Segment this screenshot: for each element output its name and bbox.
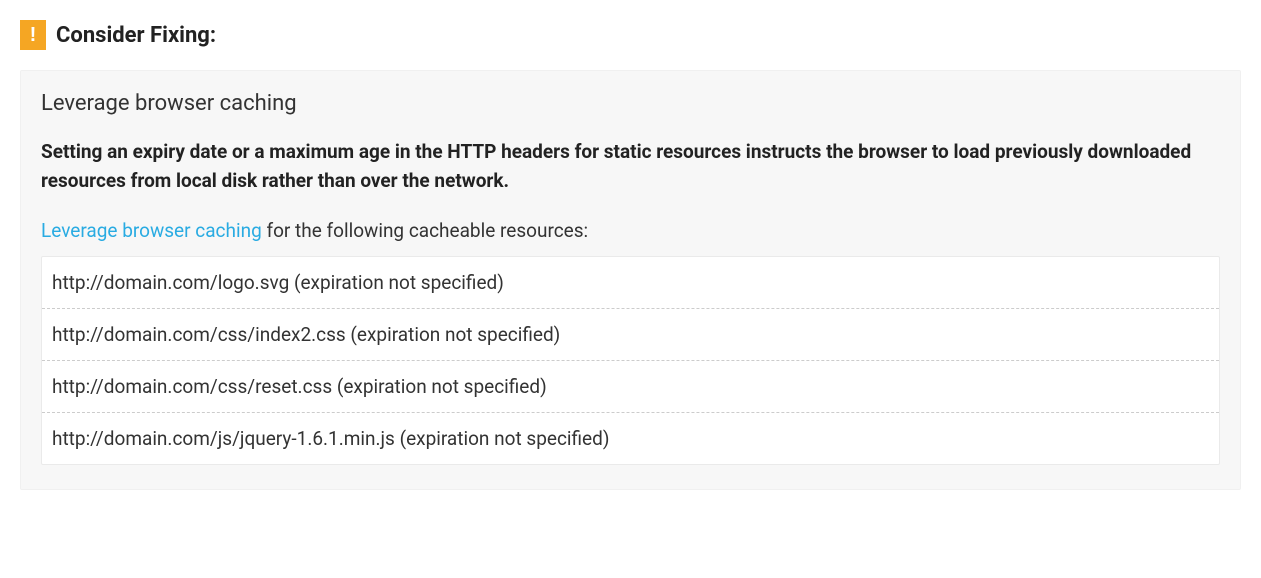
resource-item: http://domain.com/logo.svg (expiration n…: [42, 257, 1219, 309]
rule-title: Leverage browser caching: [41, 91, 1220, 116]
instruction-suffix: for the following cacheable resources:: [262, 219, 588, 242]
rule-description: Setting an expiry date or a maximum age …: [41, 138, 1220, 195]
section-header: ! Consider Fixing:: [20, 20, 1241, 50]
resource-item: http://domain.com/css/index2.css (expira…: [42, 309, 1219, 361]
resource-list: http://domain.com/logo.svg (expiration n…: [41, 256, 1220, 465]
resource-item: http://domain.com/js/jquery-1.6.1.min.js…: [42, 413, 1219, 464]
section-title: Consider Fixing:: [56, 23, 216, 48]
rule-instruction: Leverage browser caching for the followi…: [41, 219, 1220, 242]
leverage-caching-link[interactable]: Leverage browser caching: [41, 219, 262, 242]
resource-item: http://domain.com/css/reset.css (expirat…: [42, 361, 1219, 413]
rule-content-box: Leverage browser caching Setting an expi…: [20, 70, 1241, 490]
exclamation-icon: !: [20, 20, 46, 50]
